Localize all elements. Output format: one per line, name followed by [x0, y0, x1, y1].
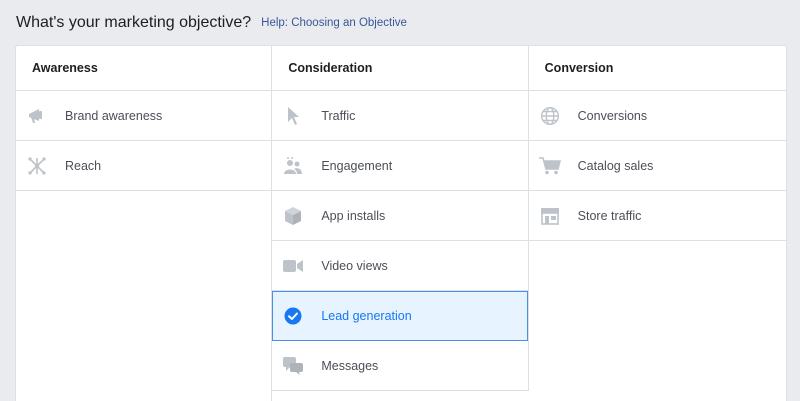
- objective-messages[interactable]: Messages: [272, 341, 528, 391]
- objective-video-views[interactable]: Video views: [272, 241, 528, 291]
- storefront-icon: [539, 205, 561, 227]
- objective-store-traffic[interactable]: Store traffic: [528, 191, 786, 241]
- objective-label: Video views: [321, 258, 388, 273]
- objective-label: Engagement: [321, 158, 393, 173]
- megaphone-icon: [26, 105, 48, 127]
- box-icon: [282, 205, 304, 227]
- objective-label: Traffic: [321, 108, 356, 123]
- column-heading-awareness: Awareness: [16, 46, 272, 91]
- shopping-cart-icon: [538, 155, 561, 177]
- reach-icon: [26, 155, 48, 177]
- objective-lead-generation[interactable]: Lead generation: [272, 291, 528, 341]
- objective-brand-awareness[interactable]: Brand awareness: [16, 91, 272, 141]
- column-awareness: Awareness Brand awareness Reach: [16, 46, 273, 401]
- objective-label: Brand awareness: [65, 108, 163, 123]
- objective-label: Messages: [321, 358, 379, 373]
- column-conversion: Conversion Conversions Catalog sales Sto…: [528, 46, 786, 401]
- column-consideration: Consideration Traffic Engagement App ins…: [272, 46, 529, 401]
- objective-label: Conversions: [577, 108, 648, 123]
- objective-catalog-sales[interactable]: Catalog sales: [528, 141, 786, 191]
- objective-label: Reach: [65, 158, 102, 173]
- page-title: What's your marketing objective?: [16, 14, 252, 31]
- objective-label: Catalog sales: [577, 158, 654, 173]
- objective-engagement[interactable]: Engagement: [272, 141, 528, 191]
- check-circle-icon: [282, 305, 304, 327]
- objective-reach[interactable]: Reach: [16, 141, 272, 191]
- people-icon: [282, 155, 304, 177]
- objective-conversions[interactable]: Conversions: [528, 91, 786, 141]
- chat-bubbles-icon: [282, 355, 304, 377]
- objective-header: What's your marketing objective? Help: C…: [16, 12, 407, 34]
- cursor-icon: [282, 105, 304, 127]
- objective-traffic[interactable]: Traffic: [272, 91, 528, 141]
- objective-label: Lead generation: [321, 308, 412, 323]
- video-camera-icon: [282, 255, 304, 277]
- objective-table: Awareness Brand awareness Reach Consider…: [15, 45, 787, 401]
- globe-icon: [539, 105, 561, 127]
- objective-label: App installs: [321, 208, 386, 223]
- column-heading-conversion: Conversion: [528, 46, 786, 91]
- objective-app-installs[interactable]: App installs: [272, 191, 528, 241]
- help-link[interactable]: Help: Choosing an Objective: [261, 17, 407, 29]
- column-heading-consideration: Consideration: [272, 46, 528, 91]
- objective-label: Store traffic: [577, 208, 642, 223]
